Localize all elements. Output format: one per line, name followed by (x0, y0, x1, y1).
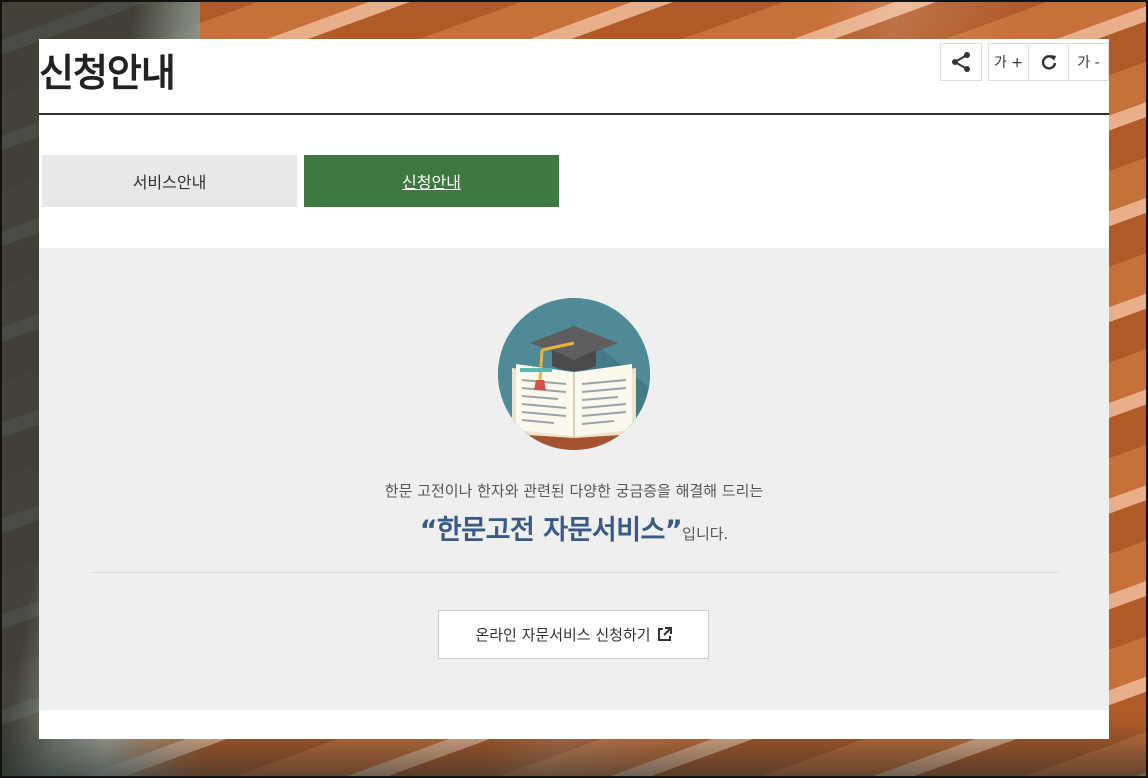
external-link-icon (657, 627, 672, 641)
font-reset-button[interactable] (1028, 43, 1069, 81)
font-decrease-button[interactable]: 가 - (1068, 43, 1109, 81)
share-button[interactable] (940, 43, 982, 81)
headline-suffix: 입니다. (682, 525, 729, 543)
refresh-icon (1041, 55, 1056, 70)
content-panel: 신청안내 가 + 가 - 서비스안내 신청안내 한문 고전이나 한자와 관련된 … (39, 39, 1109, 739)
online-apply-button[interactable]: 온라인 자문서비스 신청하기 (438, 610, 709, 659)
tab-service-info[interactable]: 서비스안내 (42, 155, 297, 207)
tab-bar: 서비스안내 신청안내 (42, 155, 559, 207)
intro-text: 한문 고전이나 한자와 관련된 다양한 궁금증을 해결해 드리는 (384, 482, 764, 500)
service-intro-section: 한문 고전이나 한자와 관련된 다양한 궁금증을 해결해 드리는 “한문고전 자… (39, 248, 1109, 710)
divider (91, 572, 1059, 573)
font-increase-button[interactable]: 가 + (988, 43, 1029, 81)
headline: “한문고전 자문서비스”입니다. (39, 508, 1109, 547)
page-tools: 가 + 가 - (940, 43, 1109, 83)
page-header: 신청안내 가 + 가 - (39, 39, 1109, 115)
service-name: “한문고전 자문서비스” (419, 515, 683, 546)
apply-button-label: 온라인 자문서비스 신청하기 (475, 626, 651, 644)
graduation-cap-book-illustration (498, 298, 650, 450)
page-title: 신청안내 (39, 51, 176, 95)
tab-application-info[interactable]: 신청안내 (304, 155, 559, 207)
share-icon (952, 52, 970, 72)
